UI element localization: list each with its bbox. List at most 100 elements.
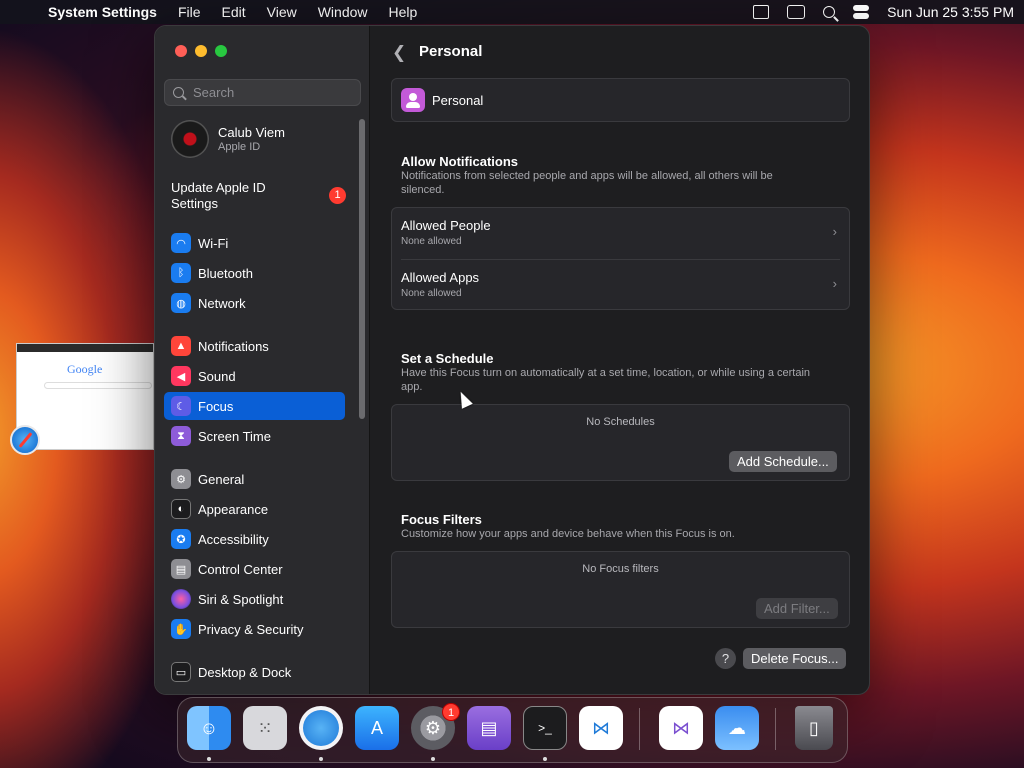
main-content: ❮ Personal Personal Allow Notifications … — [371, 26, 869, 694]
sidebar-item-appearance[interactable]: ◐ Appearance — [164, 495, 345, 523]
stage-manager-icon[interactable] — [753, 5, 770, 19]
delete-focus-button[interactable]: Delete Focus... — [743, 648, 847, 669]
sidebar-item-label: Screen Time — [198, 428, 271, 444]
allowed-apps-row[interactable]: Allowed Apps None allowed › — [392, 260, 849, 311]
sidebar-item-siri-spotlight[interactable]: Siri & Spotlight — [164, 585, 345, 613]
menu-file[interactable]: File — [178, 4, 201, 20]
terminal-running-dot — [543, 757, 547, 761]
schedule-title: Set a Schedule — [401, 351, 494, 366]
chevron-right-icon: › — [832, 276, 837, 291]
apple-id-account[interactable]: Calub Viem Apple ID — [171, 120, 285, 158]
focus-name-card[interactable]: Personal — [391, 78, 850, 122]
sidebar-item-control-center[interactable]: ▤ Control Center — [164, 555, 345, 583]
safari-icon[interactable] — [299, 706, 343, 750]
moon-icon: ☾ — [171, 396, 191, 416]
sidebar-item-label: Wi-Fi — [198, 235, 229, 251]
add-filter-button[interactable]: Add Filter... — [756, 598, 838, 619]
allowed-people-row[interactable]: Allowed People None allowed › — [392, 208, 849, 259]
spotlight-search-icon[interactable] — [823, 6, 836, 18]
menu-window[interactable]: Window — [318, 4, 368, 20]
globe-icon: ◍ — [171, 293, 191, 313]
appearance-icon: ◐ — [171, 499, 191, 519]
finder-running-dot — [207, 757, 211, 761]
sidebar-item-label: Focus — [198, 398, 234, 414]
window-controls — [175, 45, 227, 57]
dock-icon: ▭ — [171, 662, 191, 682]
page-title: Personal — [419, 43, 483, 60]
sidebar: Calub Viem Apple ID Update Apple ID Sett… — [155, 26, 370, 694]
sidebar-item-label: Notifications — [198, 338, 269, 354]
search-icon — [173, 87, 184, 98]
zoom-button[interactable] — [215, 45, 227, 57]
update-apple-id-item[interactable]: Update Apple ID Settings 1 — [171, 180, 346, 212]
close-button[interactable] — [175, 45, 187, 57]
minimize-button[interactable] — [195, 45, 207, 57]
focus-filters-desc: Customize how your apps and device behav… — [401, 528, 735, 540]
menu-help[interactable]: Help — [389, 4, 418, 20]
sidebar-item-desktop-dock[interactable]: ▭ Desktop & Dock — [164, 658, 345, 686]
sidebar-item-sound[interactable]: ◀ Sound — [164, 362, 345, 390]
vscode-icon[interactable]: ⋈ — [579, 706, 623, 750]
control-center-icon[interactable] — [853, 5, 870, 19]
schedule-card: No Schedules Add Schedule... — [391, 404, 850, 481]
google-search-box — [44, 382, 152, 389]
menu-view[interactable]: View — [267, 4, 297, 20]
search-input[interactable] — [193, 85, 343, 100]
sidebar-item-notifications[interactable]: ▲ Notifications — [164, 332, 345, 360]
hourglass-icon: ⧗ — [171, 426, 191, 446]
google-logo: Google — [67, 362, 103, 376]
update-label: Update Apple ID Settings — [171, 180, 266, 211]
trash-icon[interactable]: ▯ — [795, 706, 833, 750]
sidebar-item-network[interactable]: ◍ Network — [164, 289, 345, 317]
menu-edit[interactable]: Edit — [222, 4, 246, 20]
sidebar-item-label: General — [198, 471, 245, 487]
thumbnail-titlebar — [17, 344, 153, 352]
launchpad-icon[interactable]: ⁙ — [243, 706, 287, 750]
terminal-icon[interactable]: >_ — [523, 706, 567, 750]
speaker-icon: ◀ — [171, 366, 191, 386]
sidebar-item-privacy-security[interactable]: ✋ Privacy & Security — [164, 615, 345, 643]
weather-icon[interactable]: ☁ — [715, 706, 759, 750]
sidebar-item-label: Privacy & Security — [198, 621, 304, 637]
sidebar-item-label: Network — [198, 295, 246, 311]
apple-configurator-icon[interactable]: ▤ — [467, 706, 511, 750]
help-button[interactable]: ? — [715, 648, 736, 669]
user-subtitle: Apple ID — [218, 141, 261, 153]
bluetooth-icon: ᛒ — [171, 263, 191, 283]
sidebar-item-focus[interactable]: ☾ Focus — [164, 392, 345, 420]
add-schedule-button[interactable]: Add Schedule... — [729, 451, 837, 472]
screen-mirroring-icon[interactable] — [787, 5, 806, 19]
search-field[interactable] — [164, 79, 361, 106]
back-chevron-icon[interactable]: ❮ — [392, 43, 406, 63]
menu-clock[interactable]: Sun Jun 25 3:55 PM — [887, 4, 1014, 20]
safari-icon[interactable] — [10, 425, 40, 455]
user-name: Calub Viem — [218, 125, 285, 140]
allowed-apps-title: Allowed Apps — [401, 270, 480, 285]
wifi-icon: ◠ — [171, 233, 191, 253]
system-settings-badge: 1 — [442, 703, 460, 721]
menu-app-name[interactable]: System Settings — [48, 4, 157, 20]
avatar — [171, 120, 209, 158]
dock-separator — [775, 708, 776, 750]
focus-filters-title: Focus Filters — [401, 512, 482, 527]
sidebar-item-label: Desktop & Dock — [198, 664, 292, 680]
sidebar-item-label: Appearance — [198, 501, 269, 517]
sidebar-item-wifi[interactable]: ◠ Wi-Fi — [164, 229, 345, 257]
sidebar-item-bluetooth[interactable]: ᛒ Bluetooth — [164, 259, 345, 287]
app-store-icon[interactable]: A — [355, 706, 399, 750]
bell-icon: ▲ — [171, 336, 191, 356]
system-settings-window: Calub Viem Apple ID Update Apple ID Sett… — [154, 25, 870, 695]
no-focus-filters-text: No Focus filters — [582, 563, 659, 575]
sidebar-item-general[interactable]: ⚙ General — [164, 465, 345, 493]
allowed-list-card: Allowed People None allowed › Allowed Ap… — [391, 207, 850, 310]
menu-bar: System Settings File Edit View Window He… — [0, 0, 1024, 24]
hand-icon: ✋ — [171, 619, 191, 639]
person-icon — [401, 88, 425, 112]
sidebar-item-accessibility[interactable]: ✪ Accessibility — [164, 525, 345, 553]
siri-icon — [171, 589, 191, 609]
sidebar-scrollbar[interactable] — [359, 119, 365, 419]
visual-studio-icon[interactable]: ⋈ — [659, 706, 703, 750]
finder-icon[interactable]: ☺ — [187, 706, 231, 750]
allowed-apps-sub: None allowed — [401, 288, 462, 299]
sidebar-item-screen-time[interactable]: ⧗ Screen Time — [164, 422, 345, 450]
